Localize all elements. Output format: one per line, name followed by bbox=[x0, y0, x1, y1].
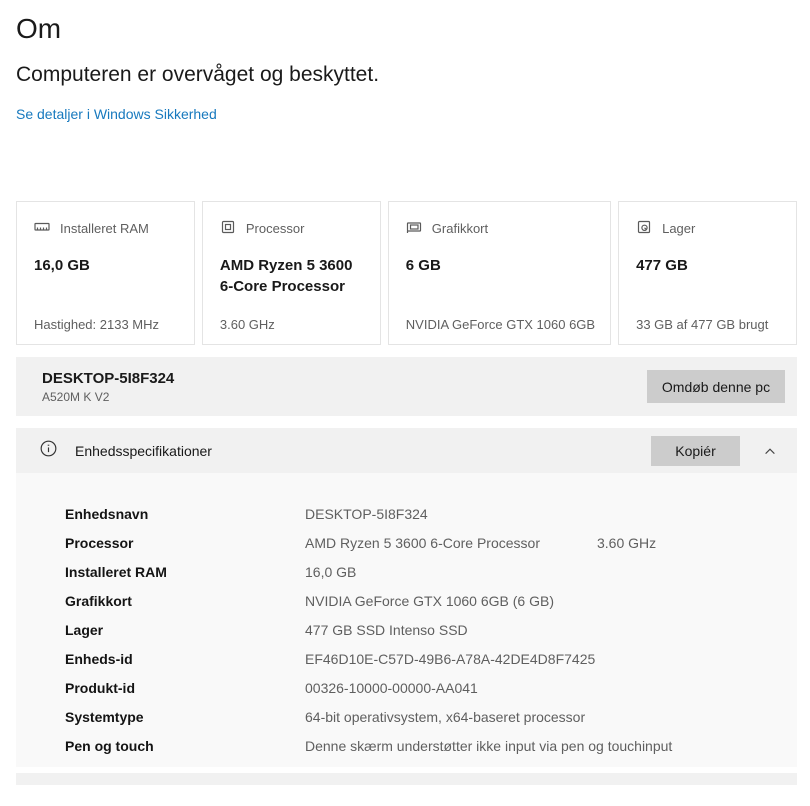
device-specifications-section: Enhedsspecifikationer Kopiér Enhedsnavn … bbox=[16, 428, 797, 767]
card-label: Grafikkort bbox=[431, 221, 489, 236]
spec-row: Pen og touch Denne skærm understøtter ik… bbox=[65, 737, 673, 754]
card-detail: 3.60 GHz bbox=[219, 317, 275, 332]
card-value: AMD Ryzen 5 3600 6-Core Processor bbox=[219, 257, 353, 295]
card-storage: Lager 477 GB 33 GB af 477 GB brugt bbox=[618, 201, 797, 345]
chevron-up-icon[interactable] bbox=[761, 443, 779, 459]
card-processor: Processor AMD Ryzen 5 3600 6-Core Proces… bbox=[201, 201, 381, 345]
device-name-bar: DESKTOP-5I8F324 A520M K V2 Omdøb denne p… bbox=[16, 357, 797, 416]
spec-row: Enheds-id EF46D10E-C57D-49B6-A78A-42DE4D… bbox=[65, 650, 596, 667]
device-name: DESKTOP-5I8F324 bbox=[42, 369, 175, 387]
spec-row: Produkt-id 00326-10000-00000-AA041 bbox=[65, 679, 478, 696]
copy-button[interactable]: Kopiér bbox=[651, 435, 740, 466]
next-section-header-partial[interactable] bbox=[16, 773, 797, 785]
about-page: Om Computeren er overvåget og beskyttet.… bbox=[16, 12, 797, 785]
system-info-cards: Installeret RAM 16,0 GB Hastighed: 2133 … bbox=[16, 201, 797, 345]
card-label: Installeret RAM bbox=[60, 221, 149, 236]
spec-row: Processor AMD Ryzen 5 3600 6-Core Proces… bbox=[65, 534, 657, 551]
windows-security-link[interactable]: Se detaljer i Windows Sikkerhed bbox=[16, 106, 217, 122]
card-graphics: Grafikkort 6 GB NVIDIA GeForce GTX 1060 … bbox=[387, 201, 612, 345]
card-detail: NVIDIA GeForce GTX 1060 6GB bbox=[405, 317, 596, 332]
spec-row: Lager 477 GB SSD Intenso SSD bbox=[65, 621, 468, 638]
device-specifications-body: Enhedsnavn DESKTOP-5I8F324 Processor AMD… bbox=[16, 473, 797, 767]
card-installed-ram: Installeret RAM 16,0 GB Hastighed: 2133 … bbox=[16, 201, 195, 345]
rename-pc-button[interactable]: Omdøb denne pc bbox=[647, 370, 785, 403]
card-detail: 33 GB af 477 GB brugt bbox=[636, 317, 769, 332]
ram-icon bbox=[34, 219, 50, 238]
device-model: A520M K V2 bbox=[42, 389, 110, 404]
page-title: Om bbox=[16, 13, 62, 44]
device-specifications-header: Enhedsspecifikationer Kopiér bbox=[16, 428, 797, 473]
card-value: 477 GB bbox=[636, 257, 688, 274]
card-label: Lager bbox=[662, 221, 696, 236]
spec-row: Installeret RAM 16,0 GB bbox=[65, 563, 357, 580]
spec-row: Enhedsnavn DESKTOP-5I8F324 bbox=[65, 505, 428, 522]
info-icon bbox=[40, 440, 57, 462]
section-title: Enhedsspecifikationer bbox=[75, 442, 212, 459]
gpu-icon bbox=[406, 219, 422, 238]
spec-row: Grafikkort NVIDIA GeForce GTX 1060 6GB (… bbox=[65, 592, 554, 609]
spec-row: Systemtype 64-bit operativsystem, x64-ba… bbox=[65, 708, 586, 725]
storage-icon bbox=[636, 219, 652, 238]
card-value: 6 GB bbox=[405, 257, 441, 274]
card-value: 16,0 GB bbox=[34, 257, 90, 274]
cpu-icon bbox=[220, 219, 236, 238]
card-detail: Hastighed: 2133 MHz bbox=[34, 317, 160, 332]
security-status-text: Computeren er overvåget og beskyttet. bbox=[16, 63, 380, 86]
card-label: Processor bbox=[245, 221, 305, 236]
